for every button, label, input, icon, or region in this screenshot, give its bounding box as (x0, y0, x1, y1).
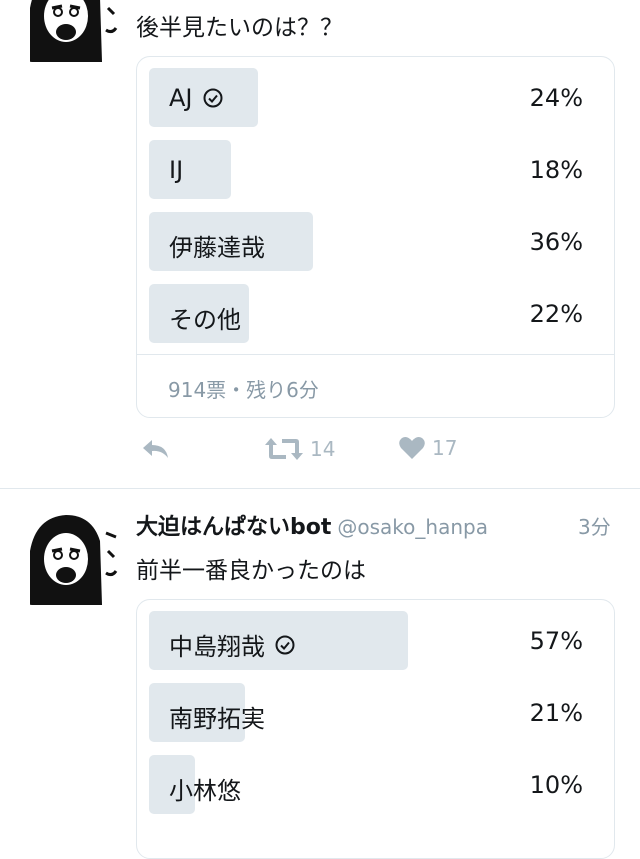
poll-option[interactable]: 伊藤達哉 36% (149, 212, 604, 271)
poll-percent: 22% (529, 300, 583, 328)
tweet-2: 大迫はんぱないbot @osako_hanpa 3分 前半一番良かったのは 中島翔… (0, 489, 640, 859)
check-circle-icon (275, 635, 295, 654)
retweet-button[interactable]: 14 (264, 436, 335, 462)
poll-option-text: AJ (169, 84, 193, 112)
poll-option-label: IJ (169, 156, 183, 184)
reply-button[interactable] (140, 436, 170, 460)
poll: AJ 24% IJ 18% 伊藤達哉 36% その他 22% 914票・残り6分 (136, 56, 615, 418)
timestamp[interactable]: 3分 (578, 511, 611, 540)
user-handle[interactable]: @osako_hanpa (337, 515, 488, 539)
avatar[interactable] (26, 511, 120, 605)
reply-icon (143, 440, 168, 458)
avatar-face-image (26, 511, 120, 605)
poll-option-text: 中島翔哉 (169, 633, 265, 661)
poll-option-text: 伊藤達哉 (169, 234, 265, 262)
poll-option-label: 南野拓実 (169, 699, 265, 734)
poll-option[interactable]: IJ 18% (149, 140, 604, 199)
tweet-header: 大迫はんぱないbot @osako_hanpa (136, 509, 488, 541)
poll-option-label: その他 (169, 300, 241, 335)
avatar-face-image (26, 0, 120, 62)
retweet-count: 14 (310, 437, 336, 461)
display-name[interactable]: 大迫はんぱないbot (136, 515, 331, 540)
poll-option-text: IJ (169, 156, 184, 184)
poll-percent: 36% (529, 228, 583, 256)
poll-percent: 57% (529, 627, 583, 655)
check-circle-icon (203, 88, 222, 108)
poll-option[interactable]: 南野拓実 21% (149, 683, 604, 742)
poll-option-label: 小林悠 (169, 771, 241, 806)
like-button[interactable]: 17 (398, 436, 457, 460)
poll-option-label: 中島翔哉 (169, 627, 295, 662)
poll-percent: 18% (529, 156, 583, 184)
poll-divider (137, 354, 614, 355)
poll-option-label: 伊藤達哉 (169, 228, 265, 263)
poll-percent: 24% (529, 84, 583, 112)
heart-icon (399, 437, 425, 459)
poll-option[interactable]: 小林悠 10% (149, 755, 604, 814)
tweet-text: 前半一番良かったのは (136, 558, 366, 584)
retweet-icon (265, 438, 303, 460)
poll-option-text: 小林悠 (169, 777, 241, 805)
poll-option-text: 南野拓実 (169, 705, 265, 733)
tweet-text: 後半見たいのは？？ (136, 15, 343, 41)
poll-option[interactable]: AJ 24% (149, 68, 604, 127)
tweet-1: 後半見たいのは？？ AJ 24% IJ 18% 伊藤達哉 36% その他 22%… (0, 0, 640, 488)
poll-percent: 10% (529, 771, 583, 799)
poll-option[interactable]: その他 22% (149, 284, 604, 343)
poll-option-text: その他 (169, 306, 241, 334)
poll: 中島翔哉 57% 南野拓実 21% 小林悠 10% (136, 599, 615, 859)
poll-footer: 914票・残り6分 (168, 378, 319, 402)
avatar[interactable] (26, 0, 120, 62)
poll-percent: 21% (529, 699, 583, 727)
poll-bar (149, 140, 231, 199)
poll-option[interactable]: 中島翔哉 57% (149, 611, 604, 670)
poll-option-label: AJ (169, 84, 223, 112)
like-count: 17 (432, 436, 458, 460)
tweet-actions: 14 17 (136, 436, 536, 466)
